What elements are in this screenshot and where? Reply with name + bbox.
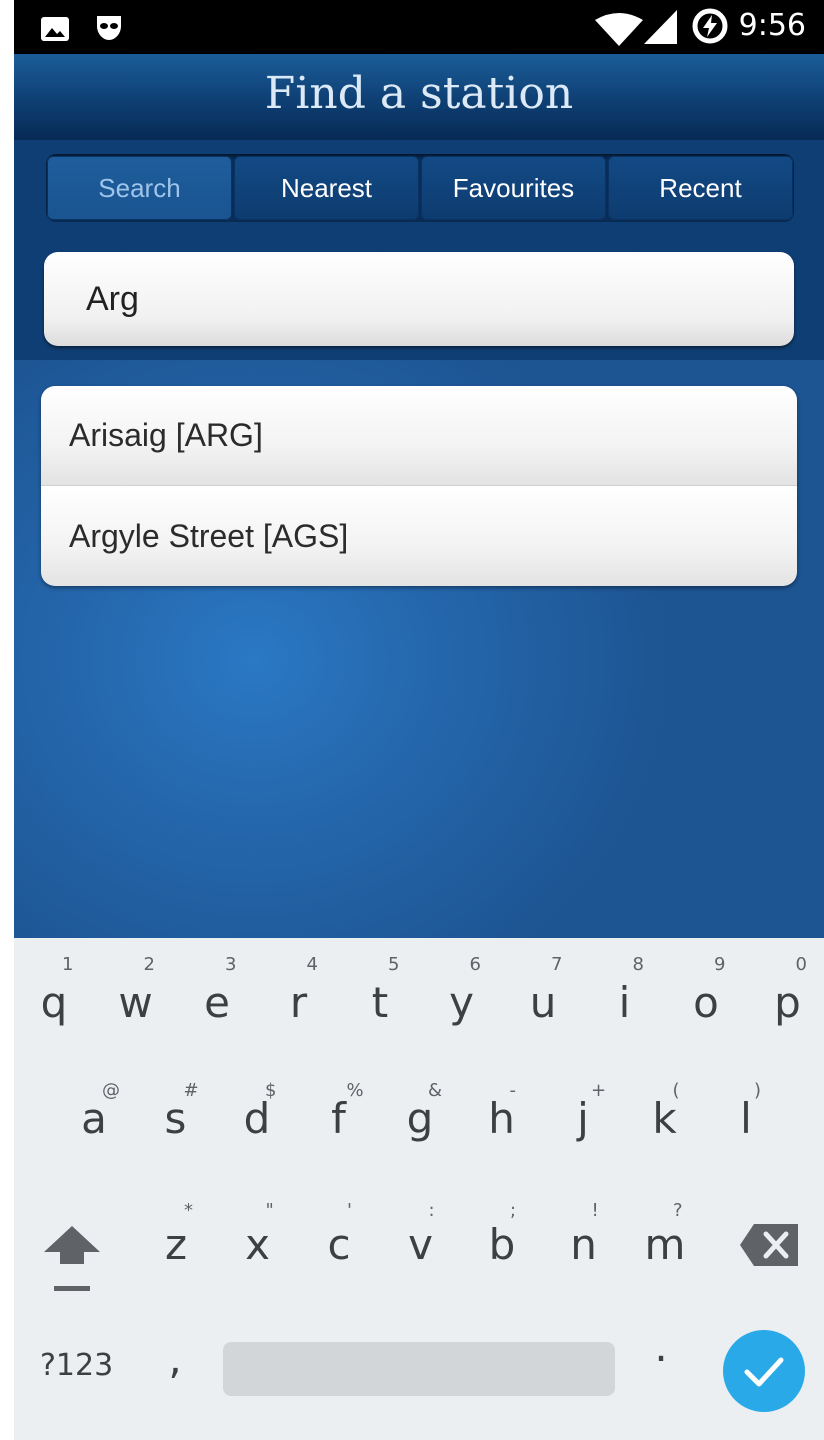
battery-charging-icon bbox=[692, 8, 728, 44]
key-hint: ! bbox=[591, 1200, 599, 1221]
tab-favourites[interactable]: Favourites bbox=[421, 156, 606, 220]
list-item[interactable]: Argyle Street [AGS] bbox=[41, 486, 797, 586]
search-input-value: Arg bbox=[86, 280, 139, 318]
key-label: h bbox=[488, 1094, 515, 1143]
list-item[interactable]: Arisaig [ARG] bbox=[41, 386, 797, 486]
tab-nearest[interactable]: Nearest bbox=[234, 156, 419, 220]
results-list: Arisaig [ARG] Argyle Street [AGS] bbox=[41, 386, 797, 586]
key-label: n bbox=[570, 1220, 597, 1269]
tab-recent[interactable]: Recent bbox=[608, 156, 793, 220]
key-label: k bbox=[652, 1094, 677, 1143]
key-hint: * bbox=[184, 1200, 193, 1221]
period-key[interactable]: . bbox=[646, 1322, 676, 1382]
app-screen: 9:56 Find a station Search Nearest Favou… bbox=[14, 0, 824, 1440]
key-n[interactable]: ! n bbox=[554, 938, 614, 1269]
key-c[interactable]: ' c bbox=[309, 938, 369, 1269]
key-hint: : bbox=[428, 1200, 435, 1221]
key-hint: " bbox=[265, 1200, 274, 1221]
key-v[interactable]: :v bbox=[391, 938, 451, 1269]
key-x[interactable]: " x bbox=[228, 938, 288, 1269]
key-m[interactable]: ? m bbox=[635, 938, 695, 1269]
comma-key[interactable]: , bbox=[160, 1334, 190, 1394]
incognito-mask-icon bbox=[97, 16, 121, 40]
key-label: j bbox=[577, 1094, 589, 1143]
key-hint: ' bbox=[347, 1200, 352, 1221]
key-b[interactable]: ; b bbox=[472, 938, 532, 1269]
app-header: Find a station bbox=[14, 54, 824, 140]
comma-key-label: , bbox=[168, 1334, 182, 1383]
checkmark-icon bbox=[744, 1357, 784, 1387]
key-label: f bbox=[331, 1094, 346, 1143]
key-label: s bbox=[164, 1094, 187, 1143]
key-l[interactable]: ) l bbox=[716, 938, 776, 1143]
key-label: c bbox=[327, 1220, 351, 1269]
key-label: g bbox=[406, 1094, 434, 1143]
key-label: b bbox=[488, 1220, 516, 1269]
key-a[interactable]: @ a bbox=[64, 938, 124, 1143]
key-label: m bbox=[644, 1220, 686, 1269]
key-label: v bbox=[408, 1220, 433, 1269]
key-hint: ; bbox=[510, 1200, 517, 1221]
cell-signal-icon bbox=[644, 10, 677, 44]
shift-icon[interactable] bbox=[44, 1226, 100, 1292]
status-time: 9:56 bbox=[738, 8, 806, 43]
space-key[interactable] bbox=[223, 1342, 615, 1396]
period-key-label: . bbox=[654, 1322, 668, 1371]
key-label: d bbox=[243, 1094, 271, 1143]
search-panel: Search Nearest Favourites Recent Arg bbox=[14, 140, 824, 360]
key-label: l bbox=[740, 1094, 752, 1143]
key-label: x bbox=[245, 1220, 270, 1269]
key-z[interactable]: * z bbox=[146, 938, 206, 1269]
tab-bar: Search Nearest Favourites Recent bbox=[46, 154, 794, 222]
soft-keyboard: 1 q 2 w 3 e 4 r 5 t 6 y 7 u 8 i 9 o 0 p @ a # s $ d% f & g - h + j(k) l * z… bbox=[14, 938, 824, 1440]
backspace-icon[interactable] bbox=[740, 1224, 798, 1266]
enter-button[interactable] bbox=[723, 1330, 805, 1412]
image-icon bbox=[41, 17, 69, 41]
key-hint: ? bbox=[673, 1200, 683, 1221]
key-label: z bbox=[164, 1220, 188, 1269]
status-bar: 9:56 bbox=[14, 0, 824, 54]
station-search-input[interactable]: Arg bbox=[44, 252, 794, 346]
tab-search[interactable]: Search bbox=[47, 156, 232, 220]
key-hint: 0 bbox=[795, 954, 807, 975]
key-label: a bbox=[81, 1094, 107, 1143]
symbols-key[interactable]: ?123 bbox=[40, 1348, 113, 1383]
page-title: Find a station bbox=[264, 68, 574, 119]
wifi-icon bbox=[595, 13, 643, 46]
